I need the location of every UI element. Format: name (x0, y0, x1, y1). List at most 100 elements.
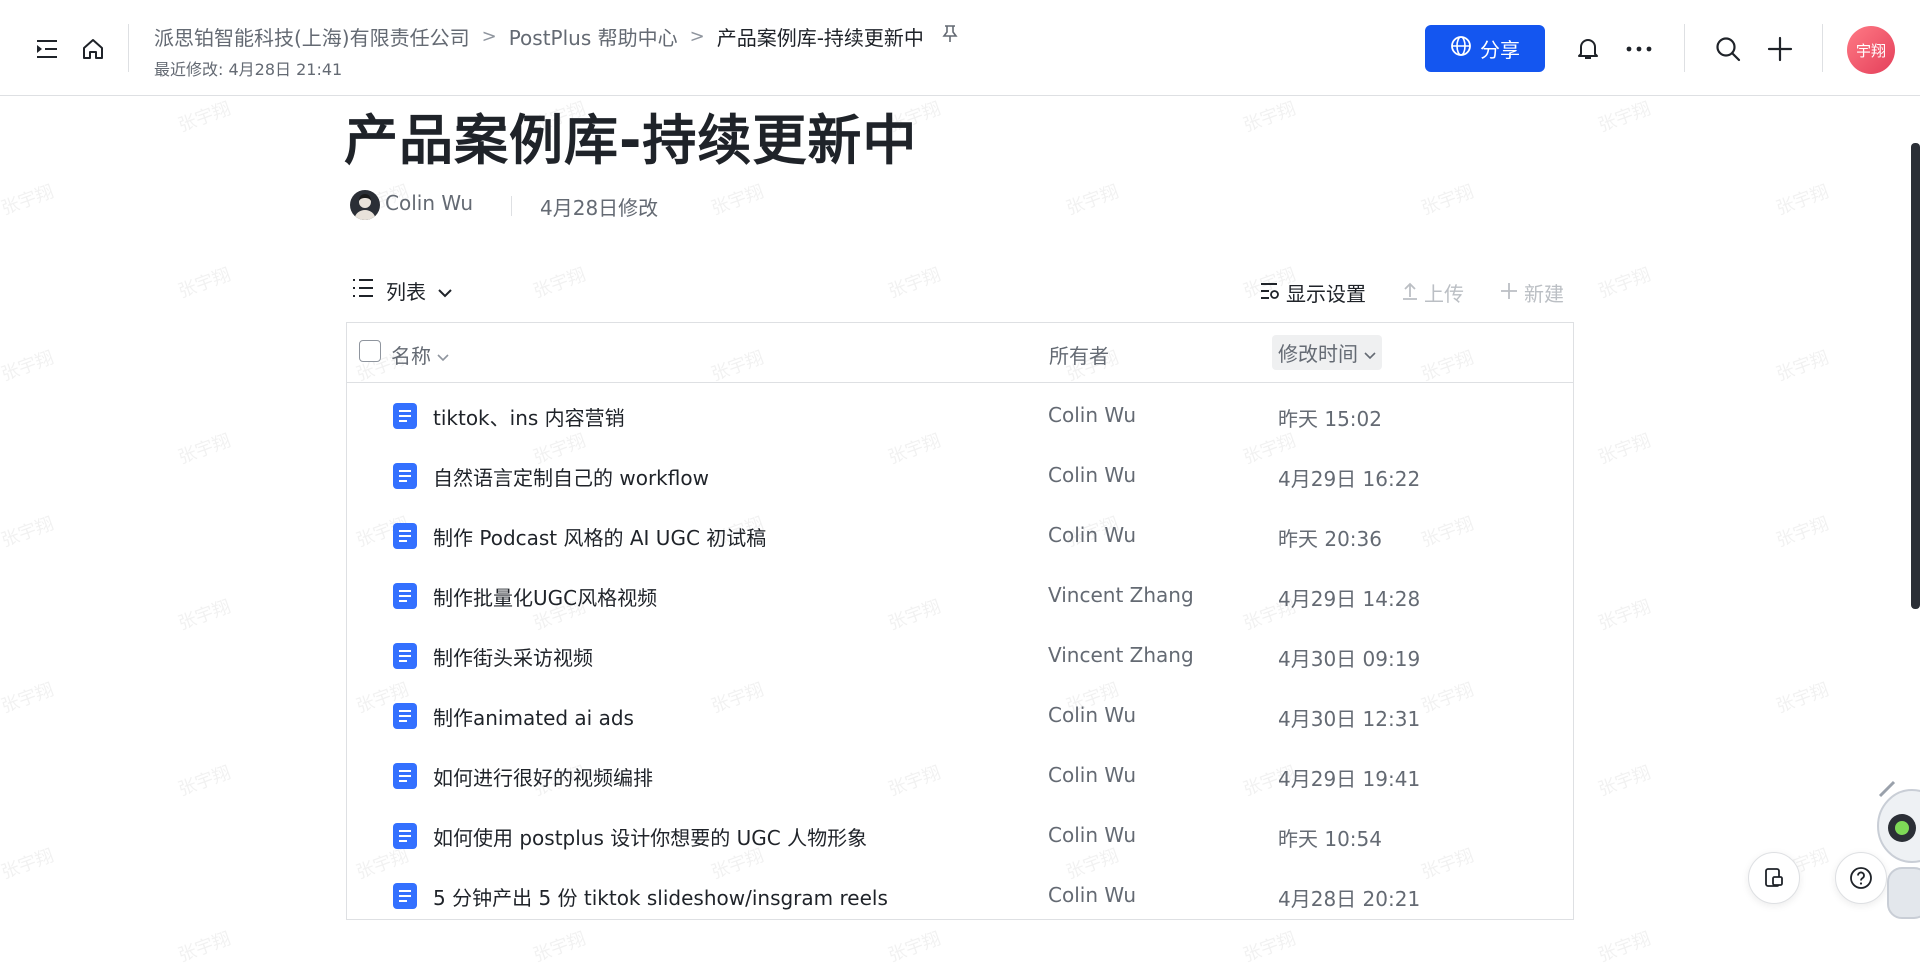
share-button[interactable]: 分享 (1425, 25, 1545, 72)
upload-label: 上传 (1424, 282, 1464, 306)
upload-icon (1402, 281, 1418, 305)
breadcrumb-item-help-center[interactable]: PostPlus 帮助中心 (509, 22, 678, 51)
document-icon (393, 763, 417, 789)
column-header-owner: 所有者 (1049, 340, 1109, 369)
settings-icon (1260, 281, 1280, 305)
row-owner: Colin Wu (1048, 463, 1137, 487)
document-icon (393, 823, 417, 849)
watermark-text: 张宇翔 (175, 928, 234, 967)
doc-review-icon[interactable] (1748, 852, 1800, 904)
divider (1822, 24, 1823, 72)
upload-button[interactable]: 上传 (1402, 278, 1464, 307)
scrollbar[interactable] (1911, 143, 1920, 609)
watermark-text: 张宇翔 (1773, 679, 1832, 718)
select-all-checkbox[interactable] (359, 340, 381, 362)
watermark-text: 张宇翔 (530, 264, 589, 303)
row-name[interactable]: 如何使用 postplus 设计你想要的 UGC 人物形象 (433, 822, 867, 851)
row-owner: Colin Wu (1048, 823, 1137, 847)
globe-icon (1450, 35, 1472, 62)
table-row[interactable]: 自然语言定制自己的 workflow Colin Wu 4月29日 16:22 (347, 445, 1573, 505)
divider (1684, 24, 1685, 72)
author-name[interactable]: Colin Wu (385, 191, 473, 215)
watermark-text: 张宇翔 (885, 264, 944, 303)
document-icon (393, 583, 417, 609)
watermark-text: 张宇翔 (1595, 430, 1654, 469)
watermark-text: 张宇翔 (0, 181, 57, 220)
table-row[interactable]: 制作批量化UGC风格视频 Vincent Zhang 4月29日 14:28 (347, 565, 1573, 625)
document-icon (393, 703, 417, 729)
table-row[interactable]: 如何进行很好的视频编排 Colin Wu 4月29日 19:41 (347, 745, 1573, 805)
table-row[interactable]: 制作街头采访视频 Vincent Zhang 4月30日 09:19 (347, 625, 1573, 685)
watermark-text: 张宇翔 (0, 347, 57, 386)
edit-date: 4月28日修改 (540, 196, 659, 220)
document-icon (393, 523, 417, 549)
breadcrumb-item-current[interactable]: 产品案例库-持续更新中 (717, 22, 924, 51)
toggle-sidebar-icon[interactable] (34, 36, 60, 62)
row-owner: Colin Wu (1048, 523, 1137, 547)
table-row[interactable]: 如何使用 postplus 设计你想要的 UGC 人物形象 Colin Wu 昨天 … (347, 805, 1573, 865)
row-name[interactable]: 制作街头采访视频 (433, 642, 593, 671)
user-avatar[interactable]: 宇翔 (1847, 26, 1895, 74)
watermark-text: 张宇翔 (1773, 513, 1832, 552)
document-icon (393, 403, 417, 429)
row-modified-time: 昨天 10:54 (1278, 827, 1382, 851)
watermark-text: 张宇翔 (175, 596, 234, 635)
row-name[interactable]: 制作animated ai ads (433, 702, 634, 731)
row-modified-time: 4月29日 14:28 (1278, 587, 1421, 611)
watermark-text: 张宇翔 (708, 181, 767, 220)
row-name[interactable]: tiktok、ins 内容营销 (433, 402, 625, 431)
chevron-right-icon: > (481, 26, 497, 47)
search-icon[interactable] (1714, 35, 1742, 63)
watermark-text: 张宇翔 (0, 679, 57, 718)
watermark-text: 张宇翔 (175, 430, 234, 469)
page-title: 产品案例库-持续更新中 (344, 109, 918, 172)
row-owner: Vincent Zhang (1048, 643, 1194, 667)
column-owner-label: 所有者 (1049, 344, 1109, 368)
row-modified-time: 昨天 20:36 (1278, 527, 1382, 551)
watermark-text: 张宇翔 (1595, 98, 1654, 137)
watermark-text: 张宇翔 (1595, 596, 1654, 635)
row-name[interactable]: 制作批量化UGC风格视频 (433, 582, 657, 611)
divider (511, 196, 512, 216)
table-header: 名称 所有者 修改时间 (347, 323, 1573, 383)
breadcrumb-item-company[interactable]: 派思铂智能科技(上海)有限责任公司 (154, 22, 470, 51)
assistant-robot-icon[interactable] (1872, 776, 1920, 926)
column-header-name[interactable]: 名称 (391, 340, 449, 369)
display-settings-button[interactable]: 显示设置 (1260, 278, 1366, 307)
watermark-text: 张宇翔 (1240, 928, 1299, 967)
view-switch[interactable]: 列表 (352, 276, 452, 305)
bell-icon[interactable] (1575, 36, 1601, 62)
watermark-text: 张宇翔 (1595, 928, 1654, 967)
row-owner: Colin Wu (1048, 703, 1137, 727)
column-name-label: 名称 (391, 344, 431, 368)
row-name[interactable]: 5 分钟产出 5 份 tiktok slideshow/insgram reel… (433, 882, 888, 911)
row-owner: Vincent Zhang (1048, 583, 1194, 607)
row-name[interactable]: 制作 Podcast 风格的 AI UGC 初试稿 (433, 522, 766, 551)
watermark-text: 张宇翔 (175, 762, 234, 801)
watermark-text: 张宇翔 (175, 98, 234, 137)
watermark-text: 张宇翔 (530, 928, 589, 967)
document-icon (393, 643, 417, 669)
view-label: 列表 (386, 280, 426, 304)
list-icon (352, 278, 374, 303)
row-name[interactable]: 如何进行很好的视频编排 (433, 762, 653, 791)
column-header-modified[interactable]: 修改时间 (1272, 335, 1382, 370)
last-modified-text: 最近修改: 4月28日 21:41 (154, 60, 343, 79)
row-name[interactable]: 自然语言定制自己的 workflow (433, 462, 709, 491)
watermark-text: 张宇翔 (1773, 347, 1832, 386)
table-row[interactable]: tiktok、ins 内容营销 Colin Wu 昨天 15:02 (347, 385, 1573, 445)
breadcrumb: 派思铂智能科技(上海)有限责任公司 > PostPlus 帮助中心 > 产品案例… (154, 22, 958, 51)
pin-icon[interactable] (942, 25, 958, 48)
more-icon[interactable] (1624, 36, 1654, 62)
table-row[interactable]: 制作 Podcast 风格的 AI UGC 初试稿 Colin Wu 昨天 20:3… (347, 505, 1573, 565)
home-icon[interactable] (80, 36, 106, 62)
plus-icon[interactable] (1766, 35, 1794, 63)
watermark-text: 张宇翔 (1418, 181, 1477, 220)
author-avatar[interactable] (350, 190, 380, 220)
row-owner: Colin Wu (1048, 403, 1137, 427)
table-row[interactable]: 制作animated ai ads Colin Wu 4月30日 12:31 (347, 685, 1573, 745)
table-row[interactable]: 5 分钟产出 5 份 tiktok slideshow/insgram reel… (347, 865, 1573, 925)
document-icon (393, 883, 417, 909)
new-button[interactable]: 新建 (1500, 278, 1564, 307)
watermark-text: 张宇翔 (1595, 264, 1654, 303)
